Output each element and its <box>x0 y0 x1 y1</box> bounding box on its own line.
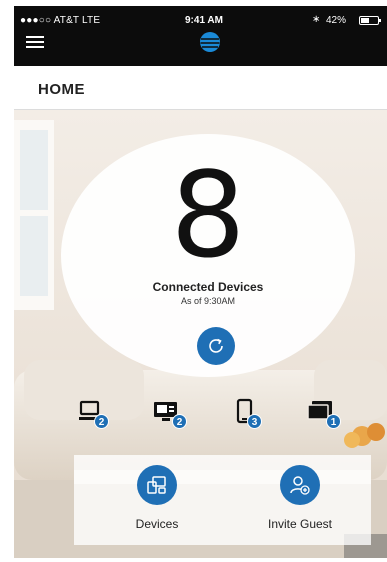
att-logo-icon <box>200 32 220 52</box>
bluetooth-icon: ∗ <box>312 14 321 25</box>
device-type-tv[interactable]: 2 <box>153 398 189 434</box>
app-screen: ●●●○○ AT&T LTE 9:41 AM ∗ 42% HOME 8 Conn… <box>14 6 387 558</box>
menu-icon[interactable] <box>26 36 44 48</box>
page-header: HOME <box>14 66 387 110</box>
invite-guest-button[interactable]: Invite Guest <box>250 465 350 537</box>
page-title: HOME <box>38 81 85 98</box>
refresh-button[interactable] <box>197 327 235 365</box>
as-of-timestamp: As of 9:30AM <box>180 296 236 306</box>
phone-count-badge: 3 <box>247 414 262 429</box>
devices-button[interactable]: Devices <box>107 465 207 537</box>
device-type-phone[interactable]: 3 <box>234 398 270 434</box>
tablet-count-badge: 1 <box>326 414 341 429</box>
battery-icon <box>359 16 381 25</box>
tv-count-badge: 2 <box>172 414 187 429</box>
carrier-label: ●●●○○ AT&T LTE <box>20 15 101 26</box>
clock: 9:41 AM <box>185 15 223 26</box>
desktop-count-badge: 2 <box>94 414 109 429</box>
refresh-icon <box>209 338 223 353</box>
invite-guest-button-circle <box>280 465 320 505</box>
connected-device-count: 8 <box>170 146 246 284</box>
status-bar: ●●●○○ AT&T LTE 9:41 AM ∗ 42% <box>14 6 387 66</box>
devices-button-label: Devices <box>135 517 179 531</box>
invite-guest-button-label: Invite Guest <box>267 517 333 531</box>
devices-button-circle <box>137 465 177 505</box>
device-type-tablet[interactable]: 1 <box>306 398 342 434</box>
connected-devices-label: Connected Devices <box>152 280 264 294</box>
battery-percent: 42% <box>326 15 347 26</box>
devices-icon <box>147 476 166 494</box>
add-user-icon <box>290 476 310 495</box>
device-type-desktop[interactable]: 2 <box>78 398 114 434</box>
